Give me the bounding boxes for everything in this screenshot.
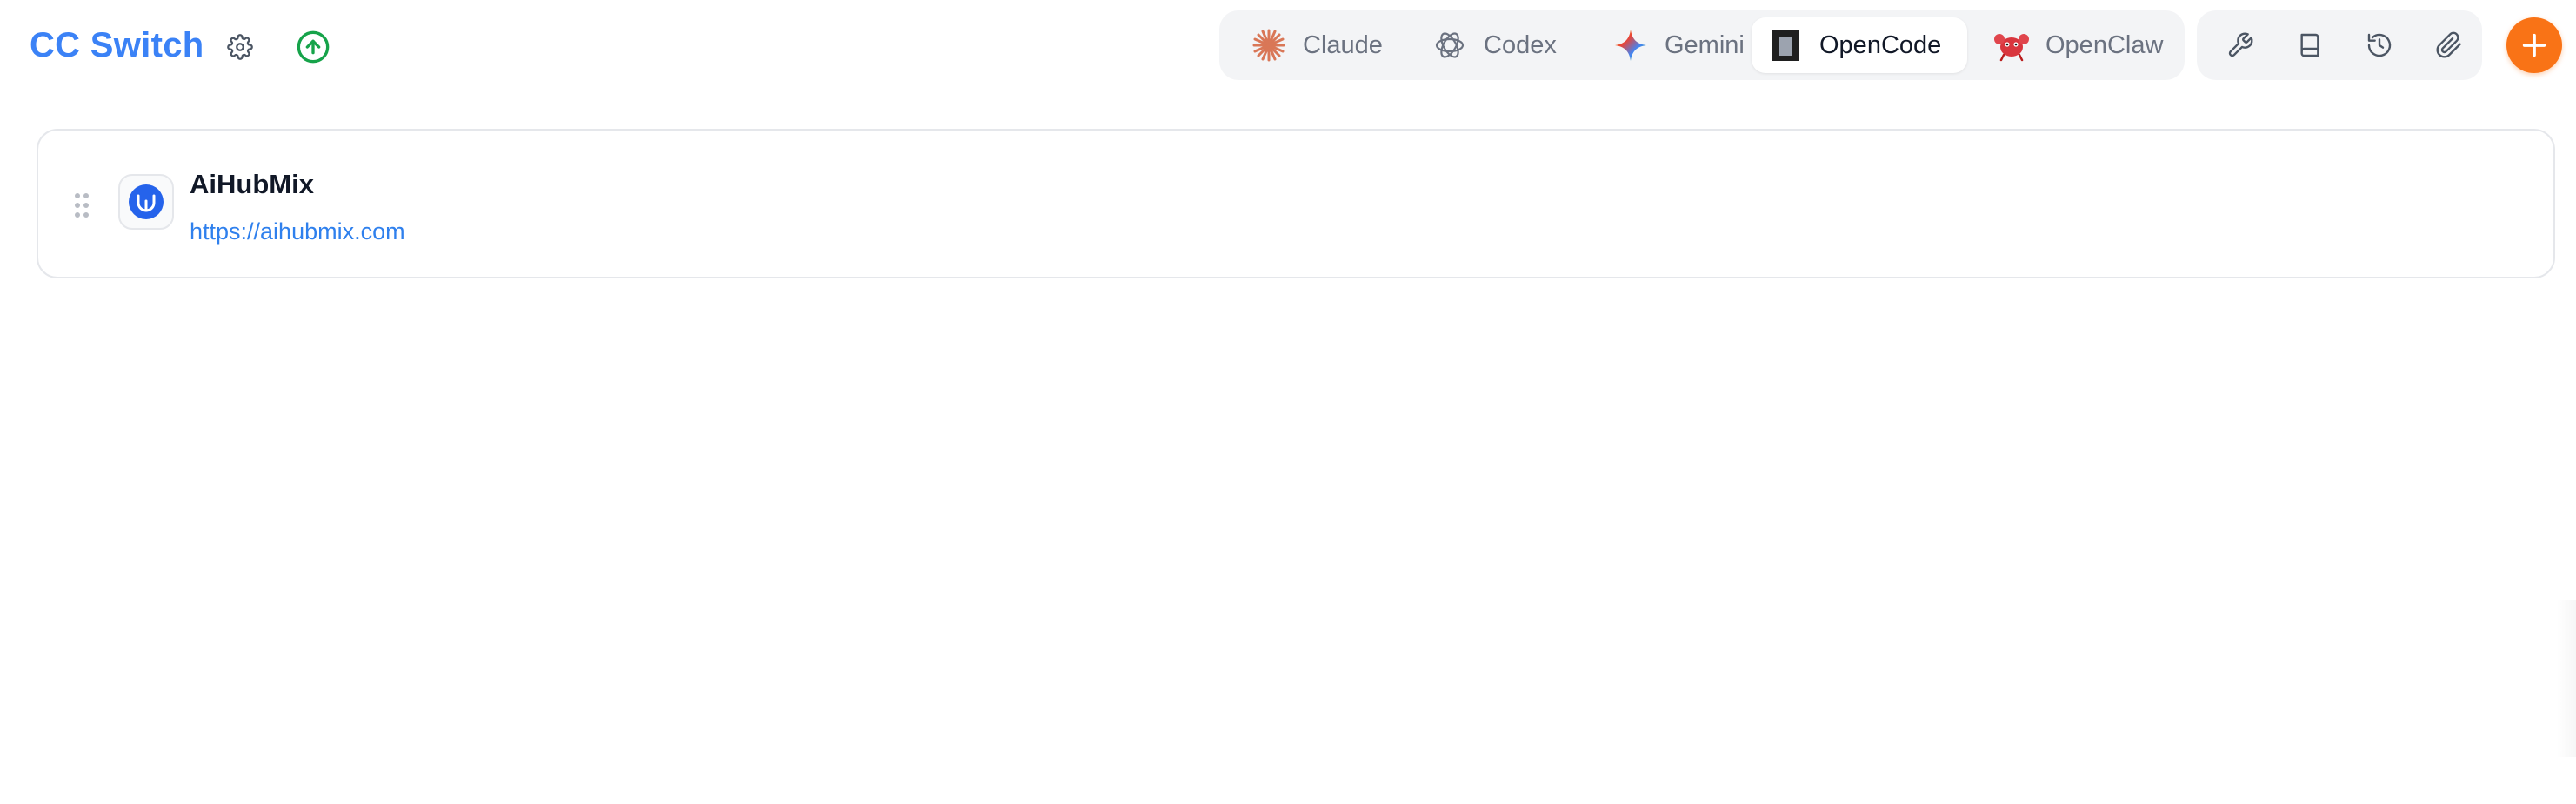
paperclip-icon [2436,31,2461,58]
tab-codex[interactable]: Codex [1416,17,1586,73]
toolbar [2197,10,2482,80]
tab-claude[interactable]: Claude [1235,17,1405,73]
docs-button[interactable] [2286,21,2334,70]
gear-icon [227,34,253,60]
plus-icon [2522,33,2546,57]
book-icon [2300,33,2319,57]
claude-starburst-icon [1251,27,1287,64]
tab-label: Gemini [1665,30,1745,59]
opencode-block-icon [1767,27,1804,64]
scrollbar-track[interactable] [2557,600,2576,757]
codex-knot-icon [1431,27,1468,64]
tab-label: OpenClaw [2045,30,2164,59]
history-button[interactable] [2355,21,2404,70]
tab-label: OpenCode [1819,30,1942,59]
top-bar: CC Switch Claude Codex Gemini OpenCode O… [0,0,2576,90]
wrench-icon [2228,32,2253,57]
tab-opencode[interactable]: OpenCode [1752,17,1967,73]
history-icon [2367,33,2392,57]
app-switcher-tabs: Claude Codex Gemini OpenCode OpenClaw [1219,10,2185,80]
tab-label: Codex [1484,30,1557,59]
tools-button[interactable] [2216,21,2265,70]
provider-name: AiHubMix [190,169,314,199]
drag-handle-icon[interactable] [73,191,90,219]
aihubmix-logo-icon [118,174,174,230]
tab-openclaw[interactable]: OpenClaw [1978,17,2178,73]
settings-button[interactable] [219,26,261,68]
app-title: CC Switch [30,26,204,64]
arrow-up-circle-icon [297,30,330,64]
provider-card[interactable]: AiHubMix https://aihubmix.com [37,129,2555,278]
add-provider-button[interactable] [2506,17,2562,73]
tab-label: Claude [1303,30,1383,59]
update-button[interactable] [292,26,334,68]
gemini-sparkle-icon [1612,27,1649,64]
provider-url-link[interactable]: https://aihubmix.com [190,216,405,247]
tab-gemini[interactable]: Gemini [1597,17,1774,73]
openclaw-crab-icon [1993,27,2030,64]
attachments-button[interactable] [2425,21,2473,70]
